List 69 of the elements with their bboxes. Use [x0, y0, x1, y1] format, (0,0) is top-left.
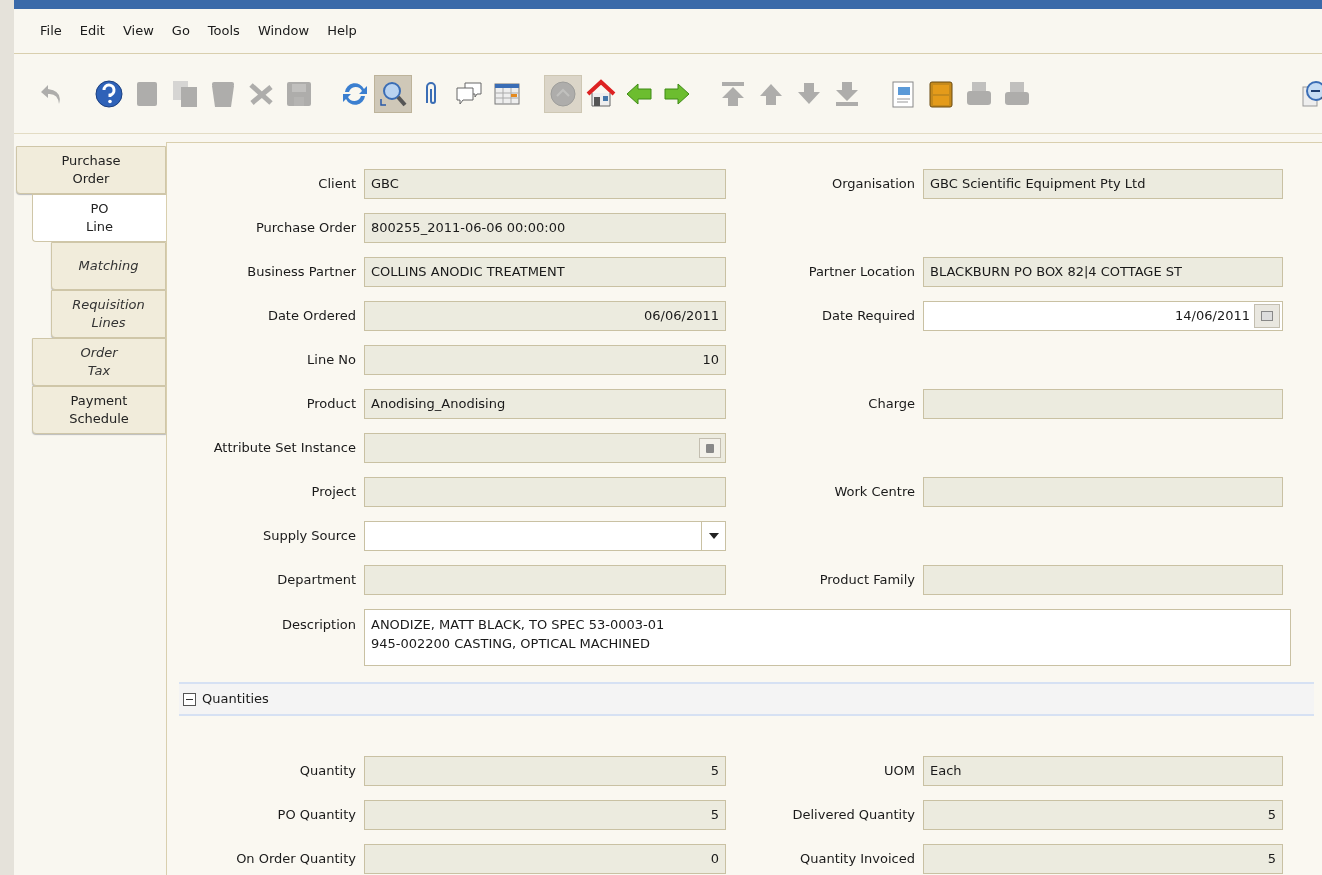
field-label: Date Ordered: [266, 307, 357, 326]
field-label: Supply Source: [261, 527, 357, 546]
menu-item[interactable]: Go: [165, 21, 196, 41]
field-label: Product: [305, 395, 357, 414]
field-label: Product Family: [818, 571, 916, 590]
field-label: Attribute Set Instance: [212, 439, 357, 458]
tab[interactable]: Matching: [51, 242, 166, 290]
input-field[interactable]: [923, 389, 1283, 419]
field-label: Partner Location: [807, 263, 916, 282]
input-field[interactable]: [364, 565, 726, 595]
input-field[interactable]: GBC Scientific Equipment Pty Ltd: [923, 169, 1283, 199]
input-field[interactable]: 5: [923, 800, 1283, 830]
copy-icon: [170, 78, 200, 109]
field-label: Charge: [867, 395, 916, 414]
field-label: Date Required: [820, 307, 916, 326]
field-label: PO Quantity: [276, 806, 357, 825]
input-field[interactable]: 06/06/2011: [364, 301, 726, 331]
lookup-icon[interactable]: [699, 438, 721, 458]
section-title: Quantities: [202, 690, 269, 709]
field-label: Organisation: [830, 175, 916, 194]
input-field[interactable]: [364, 433, 726, 463]
menu-item[interactable]: View: [116, 21, 160, 41]
input-field[interactable]: [923, 565, 1283, 595]
input-field[interactable]: 5: [364, 756, 726, 786]
input-field[interactable]: Anodising_Anodising: [364, 389, 726, 419]
input-field[interactable]: 0: [364, 844, 726, 874]
field-label: Description: [280, 616, 357, 634]
collapse-icon[interactable]: [183, 692, 196, 706]
date-field[interactable]: 14/06/2011: [923, 301, 1283, 331]
tab[interactable]: Requisition Lines: [51, 290, 166, 338]
menu-item[interactable]: Window: [251, 21, 316, 41]
menu-item[interactable]: File: [34, 21, 68, 41]
calendar-icon[interactable]: [1254, 304, 1280, 328]
field-label: Delivered Quantity: [791, 806, 916, 825]
text-area[interactable]: ANODIZE, MATT BLACK, TO SPEC 53-0003-01 945-002200 CASTING, OPTICAL MACHINED: [364, 609, 1291, 666]
input-field[interactable]: GBC: [364, 169, 726, 199]
cabinet-icon: [926, 78, 956, 109]
input-field[interactable]: 10: [364, 345, 726, 375]
toolbar-button[interactable]: [374, 74, 412, 113]
dropdown-field[interactable]: [364, 521, 726, 551]
field-label: Department: [276, 571, 357, 590]
input-field[interactable]: 5: [923, 844, 1283, 874]
home-icon: [586, 78, 616, 109]
input-field[interactable]: BLACKBURN PO BOX 82|4 COTTAGE ST: [923, 257, 1283, 287]
field-label: Client: [317, 175, 357, 194]
tab[interactable]: Payment Schedule: [32, 386, 166, 434]
field-label: Business Partner: [246, 263, 357, 282]
field-label: UOM: [883, 762, 916, 781]
date-value: 14/06/2011: [1175, 307, 1250, 326]
input-field[interactable]: 5: [364, 800, 726, 830]
input-field[interactable]: COLLINS ANODIC TREATMENT: [364, 257, 726, 287]
field-label: Line No: [306, 351, 357, 370]
menu-item[interactable]: Help: [321, 21, 363, 41]
field-label: Purchase Order: [254, 219, 357, 238]
input-field[interactable]: [923, 477, 1283, 507]
tab[interactable]: Order Tax: [32, 338, 166, 386]
menu-item[interactable]: Edit: [73, 21, 111, 41]
field-label: Quantity Invoiced: [798, 850, 916, 869]
input-field[interactable]: 800255_2011-06-06 00:00:00: [364, 213, 726, 243]
field-label: Quantity: [298, 762, 357, 781]
menu-item[interactable]: Tools: [201, 21, 246, 41]
field-label: On Order Quantity: [235, 850, 357, 869]
field-label: Work Centre: [833, 483, 916, 502]
tab[interactable]: Purchase Order: [16, 146, 166, 194]
tab[interactable]: PO Line: [32, 194, 166, 242]
input-field[interactable]: Each: [923, 756, 1283, 786]
help-icon: [94, 78, 124, 109]
input-field[interactable]: [364, 477, 726, 507]
field-label: Project: [310, 483, 357, 502]
